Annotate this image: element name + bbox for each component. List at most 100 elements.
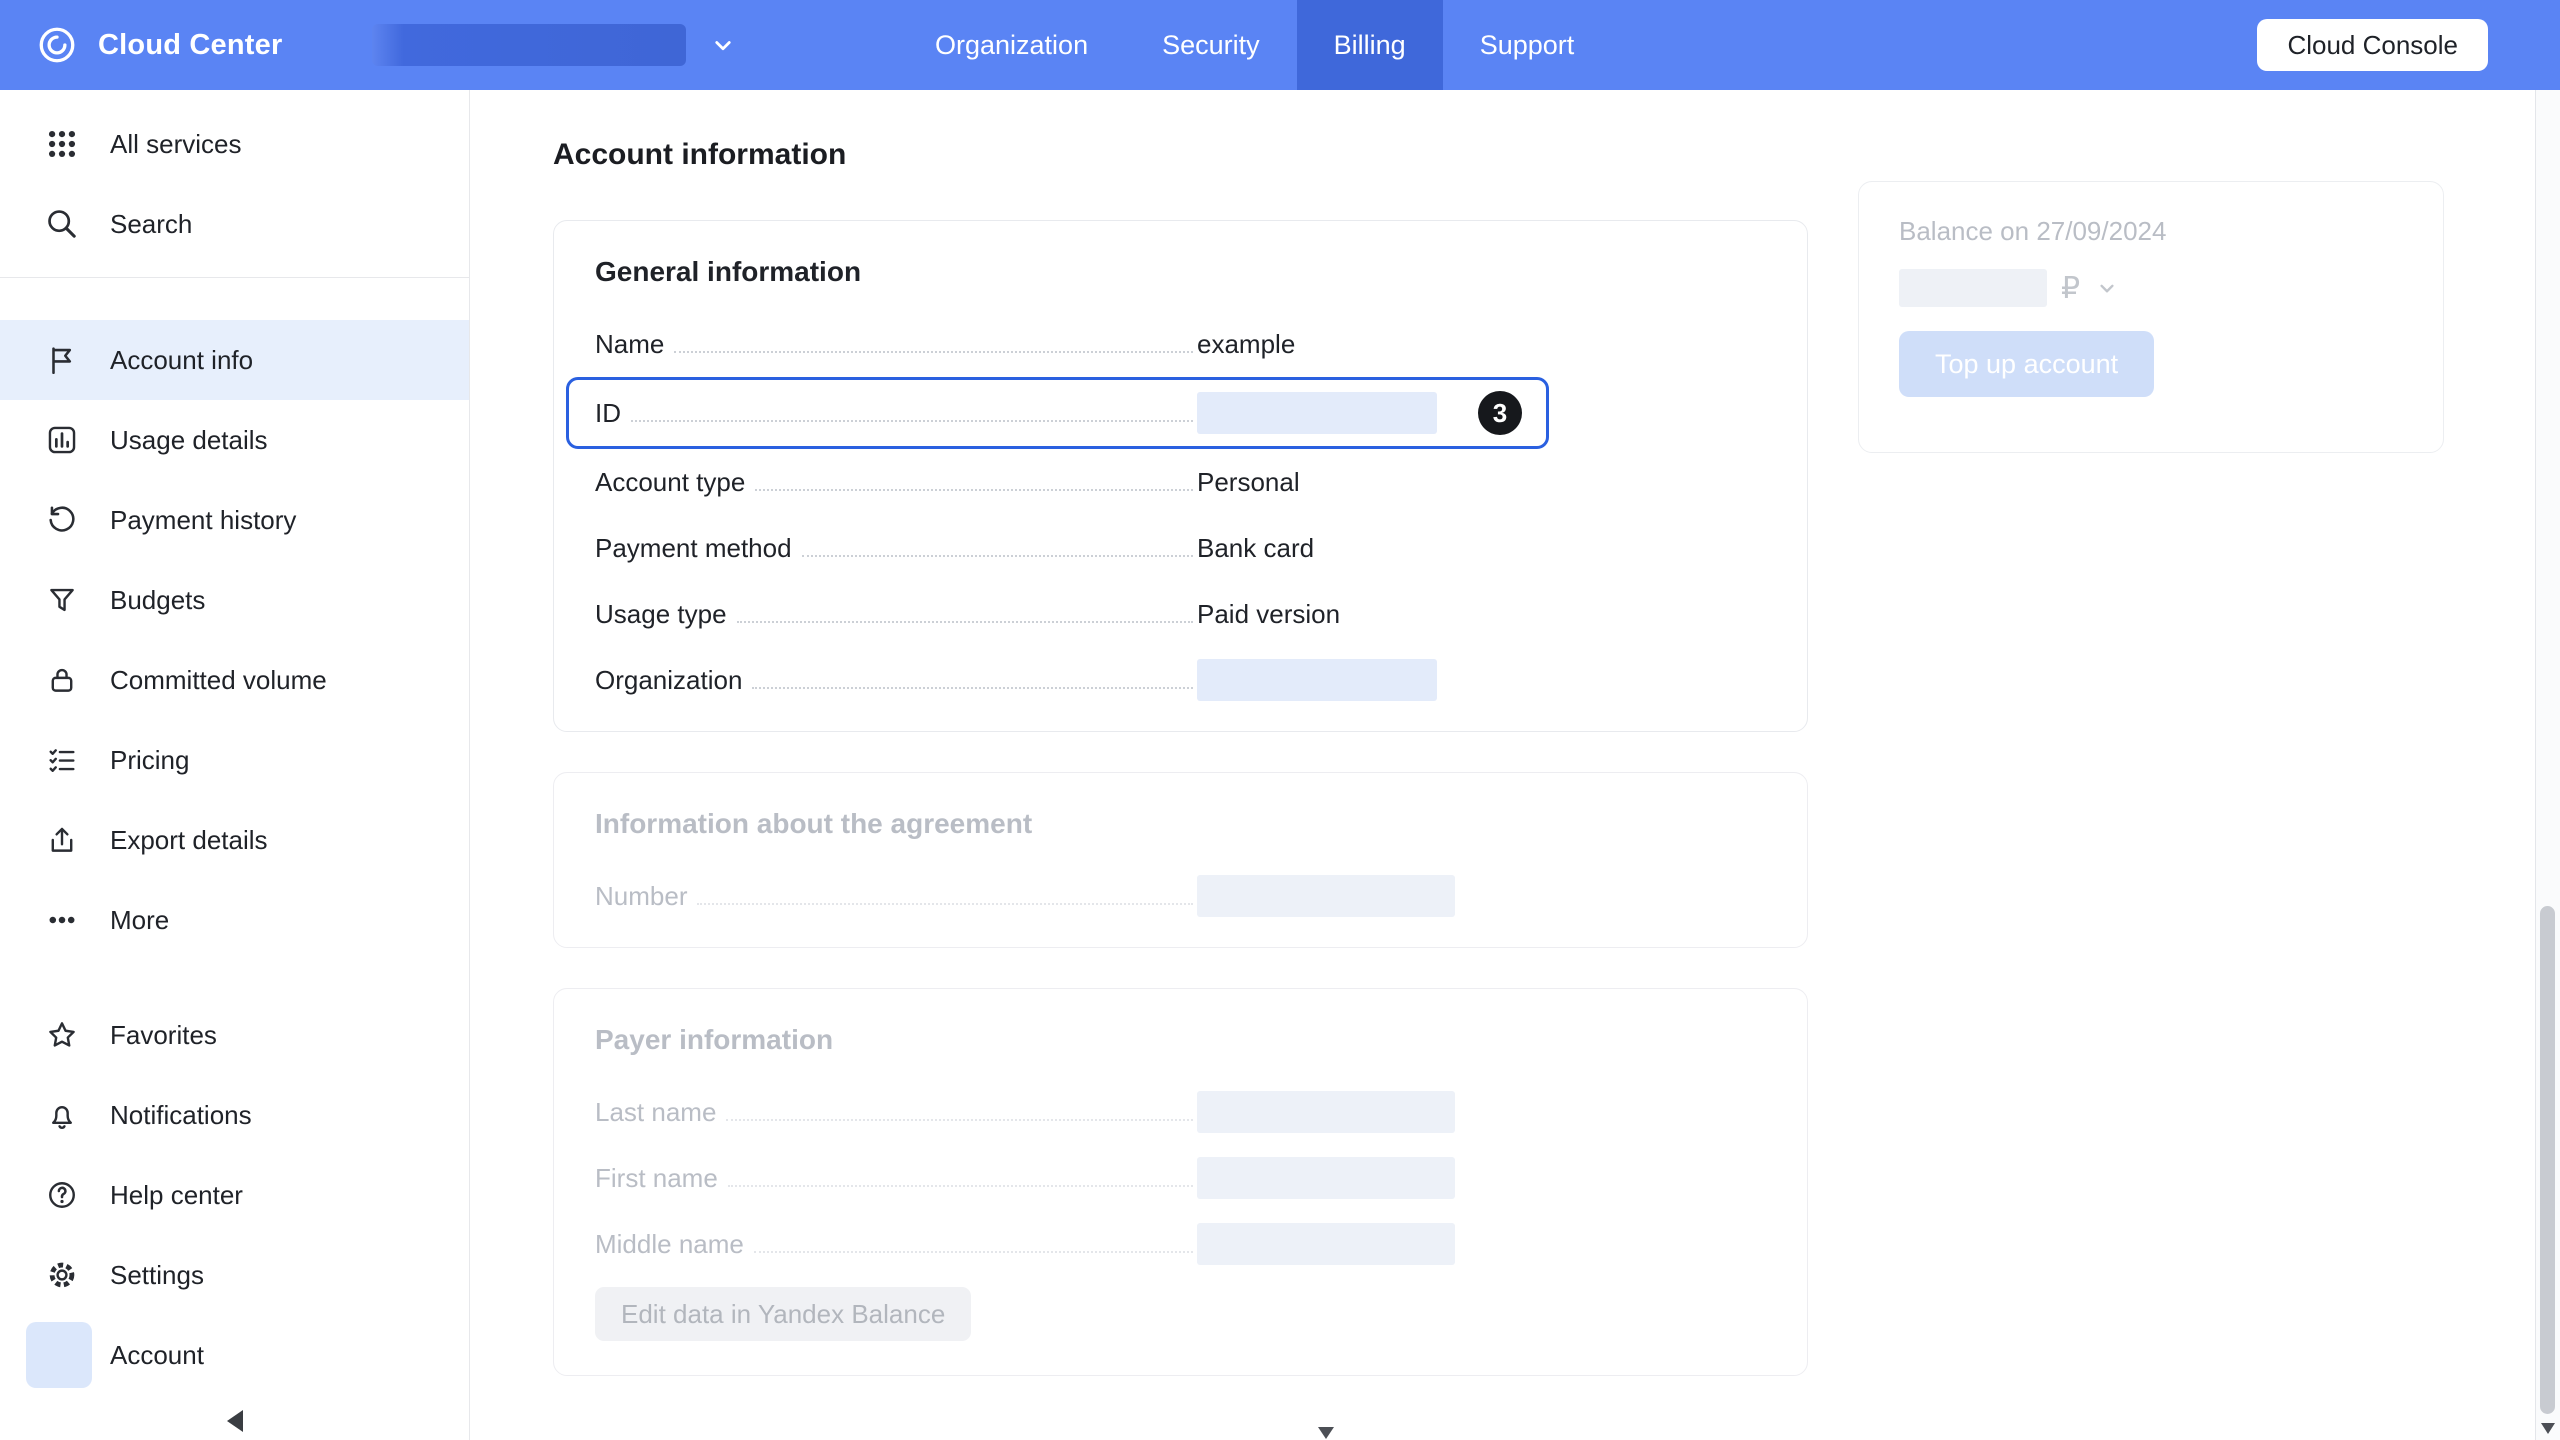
row-first-name: First name [595,1145,1766,1211]
card-title: Information about the agreement [595,807,1766,841]
nav-item-organization[interactable]: Organization [898,0,1125,90]
redacted-value [1197,875,1455,917]
row-label: Number [595,881,687,912]
sidebar-item-payment-history[interactable]: Payment history [0,480,469,560]
sidebar-item-label: Help center [110,1180,243,1211]
leader-dots [631,420,1193,422]
edit-data-button[interactable]: Edit data in Yandex Balance [595,1287,971,1341]
leader-dots [728,1185,1193,1187]
lock-icon [44,662,80,698]
sidebar-item-help-center[interactable]: Help center [0,1155,469,1235]
sidebar-item-label: Notifications [110,1100,252,1131]
payer-information-card: Payer information Last name First name [553,988,1808,1376]
sidebar-item-search[interactable]: Search [0,184,469,264]
help-icon [44,1177,80,1213]
sidebar-item-label: Pricing [110,745,189,776]
balance-title: Balance on 27/09/2024 [1899,216,2403,247]
scrollbar-thumb[interactable] [2540,906,2555,1414]
brand[interactable]: Cloud Center [36,0,282,90]
sidebar-divider [0,277,469,278]
redacted-value [1197,1091,1455,1133]
sidebar-item-all-services[interactable]: All services [0,104,469,184]
sidebar-item-label: Search [110,209,192,240]
step-badge: 3 [1478,391,1522,435]
sidebar-item-more[interactable]: More [0,880,469,960]
sidebar-item-label: All services [110,129,241,160]
row-label: Last name [595,1097,716,1128]
sidebar-item-label: Settings [110,1260,204,1291]
avatar [26,1322,92,1388]
row-value: Paid version [1197,599,1340,630]
chevron-down-icon [708,30,738,60]
sidebar-item-label: Payment history [110,505,296,536]
star-icon [44,1017,80,1053]
sidebar-item-label: Usage details [110,425,268,456]
row-label: Name [595,329,664,360]
bar-chart-icon [44,422,80,458]
row-label: First name [595,1163,718,1194]
vertical-scrollbar[interactable] [2535,90,2560,1440]
ellipsis-icon [44,902,80,938]
leader-dots [802,555,1193,557]
card-title: General information [595,255,1766,289]
sidebar-item-usage-details[interactable]: Usage details [0,400,469,480]
page-title: Account information [553,136,1808,174]
sidebar-item-favorites[interactable]: Favorites [0,995,469,1075]
row-label: Usage type [595,599,727,630]
sidebar-item-label: Account [110,1340,204,1371]
row-label: Payment method [595,533,792,564]
history-icon [44,502,80,538]
sidebar-item-pricing[interactable]: Pricing [0,720,469,800]
leader-dots [674,351,1193,353]
sidebar-item-label: Committed volume [110,665,327,696]
sidebar-item-account-info[interactable]: Account info [0,320,469,400]
app-window: Cloud Center Organization Security Billi… [0,0,2560,1440]
general-information-card: General information Name example ID [553,220,1808,732]
leader-dots [697,903,1193,905]
cloud-center-logo-icon [36,24,78,66]
row-payment-method: Payment method Bank card [595,515,1766,581]
sidebar-item-account[interactable]: Account [0,1315,469,1395]
sidebar-item-notifications[interactable]: Notifications [0,1075,469,1155]
sidebar-item-budgets[interactable]: Budgets [0,560,469,640]
sidebar-collapse-button[interactable] [0,1410,469,1432]
sidebar-item-committed-volume[interactable]: Committed volume [0,640,469,720]
row-account-type: Account type Personal [595,449,1766,515]
nav-item-support[interactable]: Support [1443,0,1612,90]
top-bar: Cloud Center Organization Security Billi… [0,0,2560,90]
gear-icon [44,1257,80,1293]
sidebar-item-settings[interactable]: Settings [0,1235,469,1315]
leader-dots [726,1119,1193,1121]
top-nav: Organization Security Billing Support [898,0,1611,90]
brand-name: Cloud Center [98,29,282,62]
leader-dots [754,1251,1193,1253]
leader-dots [755,489,1193,491]
sidebar: All services Search Account inf [0,90,470,1440]
redacted-value [1197,1157,1455,1199]
grid-icon [44,126,80,162]
leader-dots [752,687,1193,689]
redacted-balance-value [1899,269,2047,307]
nav-item-billing[interactable]: Billing [1297,0,1443,90]
row-value: example [1197,329,1295,360]
row-name: Name example [595,311,1766,377]
sidebar-item-export-details[interactable]: Export details [0,800,469,880]
organization-selector[interactable] [372,0,738,90]
chevron-down-icon[interactable] [2094,275,2120,301]
row-value: Bank card [1197,533,1314,564]
sidebar-item-label: Favorites [110,1020,217,1051]
redacted-organization-name [372,24,686,66]
row-usage-type: Usage type Paid version [595,581,1766,647]
top-up-account-button[interactable]: Top up account [1899,331,2154,397]
row-value: Personal [1197,467,1300,498]
nav-item-security[interactable]: Security [1125,0,1297,90]
card-title: Payer information [595,1023,1766,1057]
funnel-icon [44,582,80,618]
cloud-console-button[interactable]: Cloud Console [2257,19,2488,71]
balance-panel: Balance on 27/09/2024 ₽ Top up account [1858,181,2444,453]
row-label: ID [595,398,621,429]
redacted-value [1197,659,1437,701]
scrollbar-down-arrow-icon[interactable] [2541,1423,2555,1434]
sidebar-item-label: More [110,905,169,936]
scroll-down-indicator[interactable] [1318,1427,1334,1439]
